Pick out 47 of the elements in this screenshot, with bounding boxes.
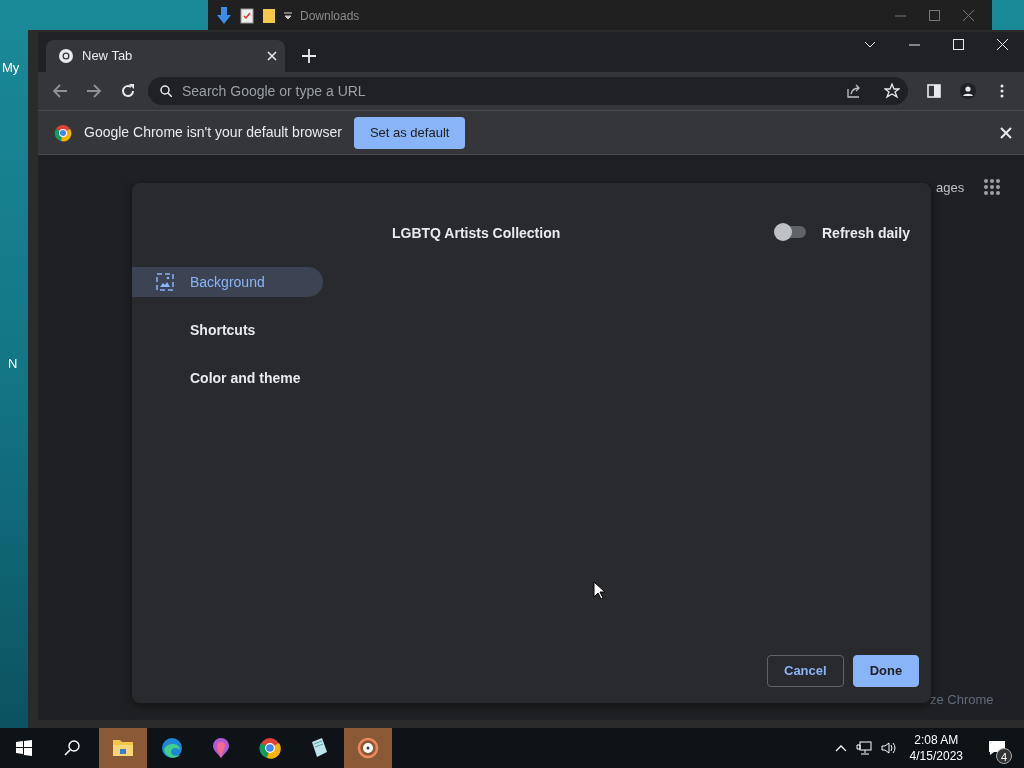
side-panel-icon: [926, 83, 942, 99]
music-disc-icon: [356, 736, 380, 760]
cancel-button[interactable]: Cancel: [767, 655, 844, 687]
search-icon: [64, 740, 80, 756]
mouse-cursor-icon: [593, 581, 605, 599]
chevron-down-icon[interactable]: [864, 40, 876, 49]
set-default-button[interactable]: Set as default: [353, 116, 466, 149]
chrome-logo-icon: [58, 48, 74, 64]
image-icon: [156, 273, 174, 291]
profile-icon: [960, 83, 976, 99]
checklist-icon[interactable]: [240, 7, 254, 24]
notification-center-button[interactable]: 4: [982, 728, 1012, 768]
reload-icon: [120, 83, 136, 99]
browser-tab[interactable]: New Tab: [46, 40, 285, 72]
back-icon: [52, 83, 68, 99]
new-tab-icon[interactable]: [302, 49, 316, 63]
notification-count: 4: [996, 748, 1012, 764]
download-arrow-icon[interactable]: [216, 6, 232, 25]
desktop-icon-label[interactable]: N: [8, 354, 18, 374]
address-bar[interactable]: Search Google or type a URL: [148, 77, 908, 105]
clock[interactable]: 2:08 AM 4/15/2023: [909, 732, 963, 764]
desktop-icon-label[interactable]: My: [2, 58, 20, 78]
windows-logo-icon: [16, 740, 32, 756]
volume-icon[interactable]: [880, 741, 897, 755]
chevron-up-icon[interactable]: [834, 744, 847, 752]
images-link[interactable]: ages: [936, 178, 965, 198]
infobar-message: Google Chrome isn't your default browser: [84, 123, 342, 142]
sidebar-item[interactable]: Color and theme: [132, 363, 323, 393]
search-icon: [160, 85, 172, 97]
sidebar-item[interactable]: Shortcuts: [132, 315, 323, 345]
toggle-label: Refresh daily: [822, 224, 910, 243]
folder-icon[interactable]: [262, 7, 276, 24]
star-icon[interactable]: [884, 83, 900, 99]
chrome-logo-icon: [258, 736, 282, 760]
dialog-title: LGBTQ Artists Collection: [392, 224, 561, 243]
window-title: Downloads: [300, 7, 360, 25]
chrome-logo-icon: [54, 123, 72, 142]
share-icon[interactable]: [846, 83, 862, 99]
apps-grid-icon[interactable]: [984, 179, 1000, 195]
forward-icon: [86, 83, 102, 99]
tab-title: New Tab: [82, 47, 134, 66]
refresh-daily-toggle[interactable]: [776, 226, 806, 238]
network-icon[interactable]: [855, 741, 872, 755]
sidebar-item[interactable]: Background: [132, 267, 323, 297]
dropdown-icon[interactable]: [284, 11, 292, 20]
done-button[interactable]: Done: [852, 655, 920, 687]
edge-logo-icon: [160, 736, 184, 760]
